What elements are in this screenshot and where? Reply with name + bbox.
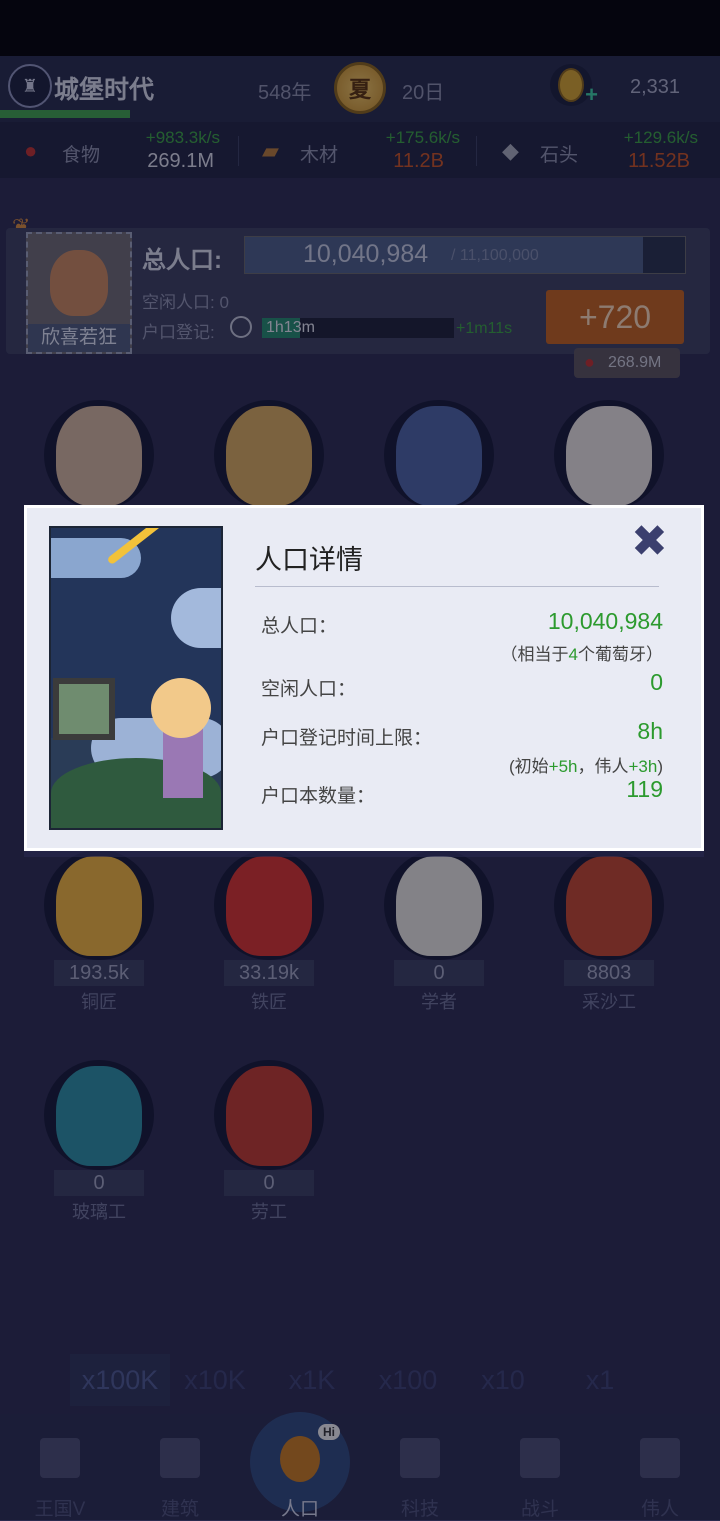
note-text: ，伟人: [577, 757, 629, 776]
total-population-value: 10,040,984: [547, 608, 663, 634]
art-girl-head: [151, 678, 211, 738]
close-icon[interactable]: ✖: [631, 520, 668, 564]
household-book-value: 119: [626, 776, 663, 802]
idle-population-value: 0: [650, 669, 663, 695]
meteor-illustration: [49, 526, 223, 830]
total-population-note: （相当于4个葡萄牙）: [501, 640, 663, 665]
household-book-label: 户口本数量：: [261, 786, 376, 807]
note-text: ): [657, 757, 663, 776]
divider: [255, 586, 659, 587]
registration-limit-note: (初始+5h，伟人+3h): [509, 752, 663, 777]
note-text: （相当于: [500, 645, 569, 664]
population-details-dialog: 人口详情 ✖ 总人口： 10,040,984 （相当于4个葡萄牙） 空闲人口： …: [24, 505, 704, 851]
art-girl-dress: [163, 728, 203, 798]
note-text: (初始: [508, 757, 549, 776]
art-cloud: [171, 588, 221, 648]
note-text: 个葡萄牙）: [578, 645, 663, 664]
total-population-label: 总人口：: [261, 616, 338, 637]
dialog-title: 人口详情: [255, 545, 363, 575]
note-number: +3h: [628, 757, 658, 776]
registration-limit-label: 户口登记时间上限：: [261, 728, 433, 749]
note-number: 4: [568, 645, 578, 664]
art-sign: [53, 678, 115, 740]
note-number: +5h: [548, 757, 578, 776]
idle-population-label: 空闲人口：: [261, 679, 357, 700]
registration-limit-value: 8h: [637, 718, 663, 744]
